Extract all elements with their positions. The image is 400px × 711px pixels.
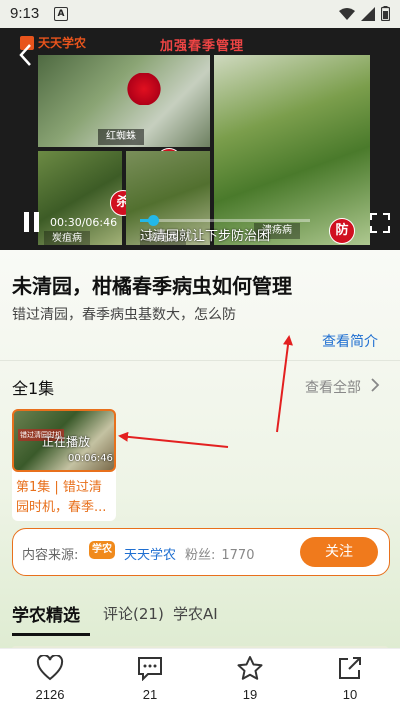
page-subtitle: 错过清园，春季病虫基数大，怎么防	[12, 307, 236, 323]
share-icon	[339, 657, 361, 679]
fans-count: 粉丝: 1770	[185, 544, 254, 563]
tab-underline	[12, 633, 90, 636]
current-time: 00:30	[50, 216, 82, 229]
prevent-badge: 防	[329, 218, 355, 244]
episode-duration: 00:06:46	[68, 453, 113, 464]
tab-comments[interactable]: 评论(21)	[103, 603, 164, 624]
star-icon	[237, 656, 263, 680]
video-logo-text: 天天学农	[38, 36, 87, 50]
comment-icon	[138, 657, 162, 681]
episodes-header: 全1集	[12, 379, 55, 398]
pause-button[interactable]	[22, 212, 42, 232]
heart-icon	[36, 655, 64, 681]
source-label: 内容来源:	[22, 548, 79, 563]
signal-icon	[361, 6, 375, 21]
tab-featured[interactable]: 学农精选	[12, 601, 80, 626]
mite-image	[122, 73, 166, 105]
video-time: 00:30/06:46	[50, 216, 118, 229]
video-panel-anthracnose: 炭疽病	[38, 151, 122, 245]
episode-label[interactable]: 第1集 | 错过清园时机，春季...	[16, 478, 108, 518]
like-count: 2126	[35, 687, 65, 702]
episode-thumbnail[interactable]: 错过清园时机 正在播放 00:06:46	[12, 409, 116, 472]
panel-label: 红蜘蛛	[98, 129, 144, 145]
favorite-count: 19	[242, 687, 258, 702]
system-icons	[339, 6, 390, 21]
source-name[interactable]: 天天学农	[124, 544, 176, 563]
video-subtitle: 过清园就让下步防治困	[140, 229, 271, 244]
share-button[interactable]: 10	[320, 655, 380, 702]
follow-button[interactable]: 关注	[300, 537, 378, 567]
status-bar: 9:13 A	[0, 0, 400, 28]
favorite-button[interactable]: 19	[220, 655, 280, 702]
video-panel-spider-mite: 红蜘蛛	[38, 55, 210, 147]
like-button[interactable]: 2126	[20, 655, 80, 702]
chevron-right-icon[interactable]	[370, 377, 380, 393]
pause-icon-bar	[34, 212, 39, 232]
battery-icon	[381, 6, 390, 21]
notification-icon: A	[54, 7, 68, 21]
fans-label: 粉丝:	[185, 548, 216, 563]
status-time: 9:13	[10, 5, 40, 22]
video-panel-leaf: 溃疡病	[214, 55, 370, 245]
total-time: 06:46	[85, 216, 118, 229]
tab-ai[interactable]: 学农AI	[173, 603, 218, 624]
view-intro-link[interactable]: 查看简介	[322, 331, 378, 351]
see-all-link[interactable]: 查看全部	[305, 377, 361, 397]
divider	[0, 360, 400, 361]
source-logo[interactable]: 学农	[89, 541, 115, 559]
page-title: 未清园，柑橘春季病虫如何管理	[12, 274, 292, 298]
fans-value: 1770	[221, 548, 255, 563]
progress-bar[interactable]	[140, 215, 310, 226]
video-player[interactable]: 天天学农 加强春季管理 红蜘蛛 杀 溃疡病 防 炭疽病 杀 褐斑病 00:30/…	[0, 28, 400, 250]
comment-button[interactable]: 21	[120, 655, 180, 702]
fullscreen-icon[interactable]	[370, 213, 390, 233]
now-playing-label: 正在播放	[42, 435, 91, 449]
share-count: 10	[342, 687, 358, 702]
panel-label: 炭疽病	[44, 231, 90, 245]
video-banner-title: 加强春季管理	[160, 39, 245, 54]
wifi-icon	[339, 7, 355, 20]
comment-count: 21	[142, 687, 158, 702]
back-arrow-icon[interactable]	[16, 42, 36, 68]
pause-icon	[24, 212, 29, 232]
